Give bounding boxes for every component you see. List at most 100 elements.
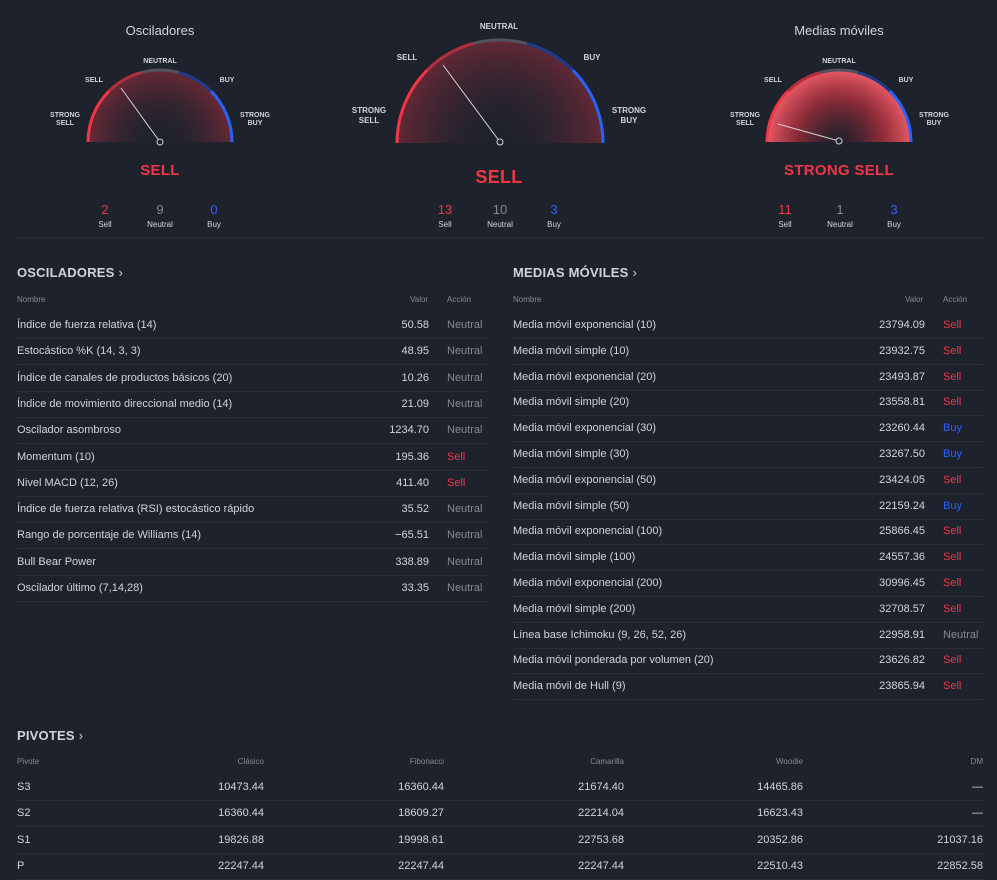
- table-row[interactable]: Índice de movimiento direccional medio (…: [17, 391, 488, 418]
- table-row: S1 19826.88 19998.61 22753.68 20352.86 21037.…: [17, 827, 983, 854]
- table-row[interactable]: Media móvil exponencial (10) 23794.09 Sell: [513, 312, 983, 339]
- indicator-action: Sell: [447, 450, 466, 463]
- table-row[interactable]: Oscilador asombroso 1234.70 Neutral: [17, 417, 488, 445]
- chevron-right-icon: ›: [632, 265, 638, 280]
- indicator-action: Sell: [943, 680, 962, 693]
- indicator-action: Neutral: [447, 503, 483, 516]
- indicator-action: Neutral: [447, 397, 483, 410]
- chevron-right-icon: ›: [78, 728, 84, 743]
- indicator-name[interactable]: Índice de fuerza relativa (RSI) estocást…: [17, 496, 254, 522]
- table-row[interactable]: Índice de fuerza relativa (RSI) estocást…: [17, 496, 488, 524]
- pivot-fibonacci-value: 19998.61: [398, 833, 444, 846]
- table-row[interactable]: Bull Bear Power 338.89 Neutral: [17, 549, 488, 576]
- indicator-name[interactable]: Media móvil simple (200): [513, 596, 635, 622]
- gauge-verdict: SELL: [140, 162, 180, 179]
- indicator-value: 48.95: [401, 345, 429, 358]
- indicator-name[interactable]: Índice de movimiento direccional medio (…: [17, 391, 232, 417]
- indicator-value: 32708.57: [879, 602, 925, 615]
- indicator-name[interactable]: Estocástico %K (14, 3, 3): [17, 338, 141, 364]
- indicator-value: 50.58: [401, 319, 429, 331]
- indicator-name[interactable]: Índice de fuerza relativa (14): [17, 312, 156, 338]
- indicator-name[interactable]: Índice de canales de productos básicos (…: [17, 365, 232, 391]
- indicator-value: 1234.70: [389, 424, 429, 437]
- table-row[interactable]: Línea base Ichimoku (9, 26, 52, 26) 22958…: [513, 622, 983, 649]
- column-header-name: Nombre: [17, 295, 46, 304]
- indicator-name[interactable]: Momentum (10): [17, 444, 95, 470]
- count-sell: 2 Sell: [98, 202, 112, 229]
- oscillators-section-link[interactable]: OSCILADORES ›: [17, 265, 123, 280]
- label-neutral: NEUTRAL: [822, 58, 856, 65]
- indicator-name[interactable]: Nivel MACD (12, 26): [17, 470, 118, 496]
- indicator-name[interactable]: Oscilador último (7,14,28): [17, 575, 143, 601]
- table-row[interactable]: Media móvil simple (30) 23267.50 Buy: [513, 441, 983, 468]
- indicator-name[interactable]: Media móvil exponencial (100): [513, 518, 662, 544]
- indicator-name[interactable]: Media móvil simple (30): [513, 441, 629, 467]
- indicator-name[interactable]: Media móvil ponderada por volumen (20): [513, 647, 714, 673]
- label-buy: BUY: [583, 53, 601, 62]
- table-row[interactable]: Momentum (10) 195.36 Sell: [17, 444, 488, 471]
- table-row[interactable]: Media móvil ponderada por volumen (20) 23…: [513, 647, 983, 675]
- table-row[interactable]: Media móvil de Hull (9) 23865.94 Sell: [513, 673, 983, 701]
- indicator-name[interactable]: Media móvil exponencial (30): [513, 415, 656, 441]
- indicator-action: Neutral: [943, 628, 979, 641]
- table-row[interactable]: Media móvil simple (200) 32708.57 Sell: [513, 596, 983, 623]
- moving-averages-section-link[interactable]: MEDIAS MÓVILES ›: [513, 265, 637, 280]
- table-row[interactable]: Media móvil exponencial (200) 30996.45 Sel…: [513, 570, 983, 597]
- gauge-dial: [765, 68, 913, 145]
- column-header-woodie: Woodie: [776, 757, 803, 766]
- indicator-name[interactable]: Media móvil simple (50): [513, 493, 629, 519]
- table-row[interactable]: Oscilador último (7,14,28) 33.35 Neutral: [17, 575, 488, 602]
- label-sell: SELL: [396, 53, 418, 62]
- indicator-name[interactable]: Oscilador asombroso: [17, 417, 121, 443]
- table-row[interactable]: Estocástico %K (14, 3, 3) 48.95 Neutral: [17, 338, 488, 366]
- indicator-action: Buy: [943, 499, 962, 512]
- table-row[interactable]: Media móvil simple (20) 23558.81 Sell: [513, 389, 983, 417]
- label-strong-sell: STRONG SELL: [351, 106, 387, 125]
- indicator-name[interactable]: Media móvil simple (20): [513, 389, 629, 415]
- label-neutral: NEUTRAL: [143, 58, 177, 65]
- indicator-name[interactable]: Media móvil simple (10): [513, 338, 629, 364]
- table-row[interactable]: Índice de canales de productos básicos (…: [17, 365, 488, 392]
- indicator-value: 30996.45: [879, 577, 925, 589]
- table-row[interactable]: Media móvil simple (10) 23932.75 Sell: [513, 338, 983, 365]
- table-row[interactable]: Media móvil exponencial (30) 23260.44 Buy: [513, 415, 983, 443]
- indicator-action: Sell: [943, 525, 962, 538]
- column-header-value: Valor: [410, 295, 429, 304]
- indicator-name[interactable]: Media móvil exponencial (20): [513, 364, 656, 390]
- table-row: S2 16360.44 18609.27 22214.04 16623.43 —: [17, 800, 983, 828]
- indicator-name[interactable]: Media móvil exponencial (200): [513, 570, 662, 596]
- indicator-value: 33.35: [401, 582, 429, 594]
- chevron-right-icon: ›: [118, 265, 124, 280]
- indicator-action: Sell: [943, 344, 962, 357]
- indicator-value: 23424.05: [879, 473, 925, 486]
- column-header-dm: DM: [970, 757, 983, 766]
- indicator-action: Sell: [943, 319, 962, 331]
- count-neutral: 9 Neutral: [147, 202, 173, 229]
- table-row[interactable]: Media móvil simple (100) 24557.36 Sell: [513, 544, 983, 572]
- table-row[interactable]: Nivel MACD (12, 26) 411.40 Sell: [17, 470, 488, 497]
- indicator-action: Neutral: [447, 345, 483, 358]
- table-row[interactable]: Media móvil exponencial (20) 23493.87 Sell: [513, 364, 983, 391]
- indicator-name[interactable]: Media móvil simple (100): [513, 544, 635, 570]
- indicator-name[interactable]: Media móvil de Hull (9): [513, 673, 625, 699]
- column-header-fibonacci: Fibonacci: [409, 757, 444, 766]
- indicator-name[interactable]: Media móvil exponencial (10): [513, 312, 656, 338]
- column-header-camarilla: Camarilla: [590, 757, 624, 766]
- column-header-action: Acción: [447, 295, 472, 304]
- indicator-name[interactable]: Media móvil exponencial (50): [513, 467, 656, 493]
- indicator-name[interactable]: Rango de porcentaje de Williams (14): [17, 522, 201, 548]
- pivot-woodie-value: 22510.43: [757, 859, 803, 872]
- table-row: S3 10473.44 16360.44 21674.40 14465.86 —: [17, 774, 983, 801]
- column-header-classic: Clásico: [237, 757, 264, 766]
- pivots-section-link[interactable]: PIVOTES ›: [17, 728, 83, 743]
- table-row[interactable]: Media móvil simple (50) 22159.24 Buy: [513, 493, 983, 520]
- table-row[interactable]: Índice de fuerza relativa (14) 50.58 Neutr…: [17, 312, 488, 339]
- pivot-classic-value: 10473.44: [218, 781, 264, 793]
- pivot-dm-value: 21037.16: [937, 833, 983, 846]
- table-row[interactable]: Media móvil exponencial (50) 23424.05 Sell: [513, 467, 983, 494]
- indicator-value: 195.36: [395, 450, 429, 463]
- table-row[interactable]: Rango de porcentaje de Williams (14) −65.…: [17, 522, 488, 550]
- table-row[interactable]: Media móvil exponencial (100) 25866.45 Sel…: [513, 518, 983, 546]
- indicator-name[interactable]: Bull Bear Power: [17, 549, 96, 575]
- indicator-name[interactable]: Línea base Ichimoku (9, 26, 52, 26): [513, 622, 686, 648]
